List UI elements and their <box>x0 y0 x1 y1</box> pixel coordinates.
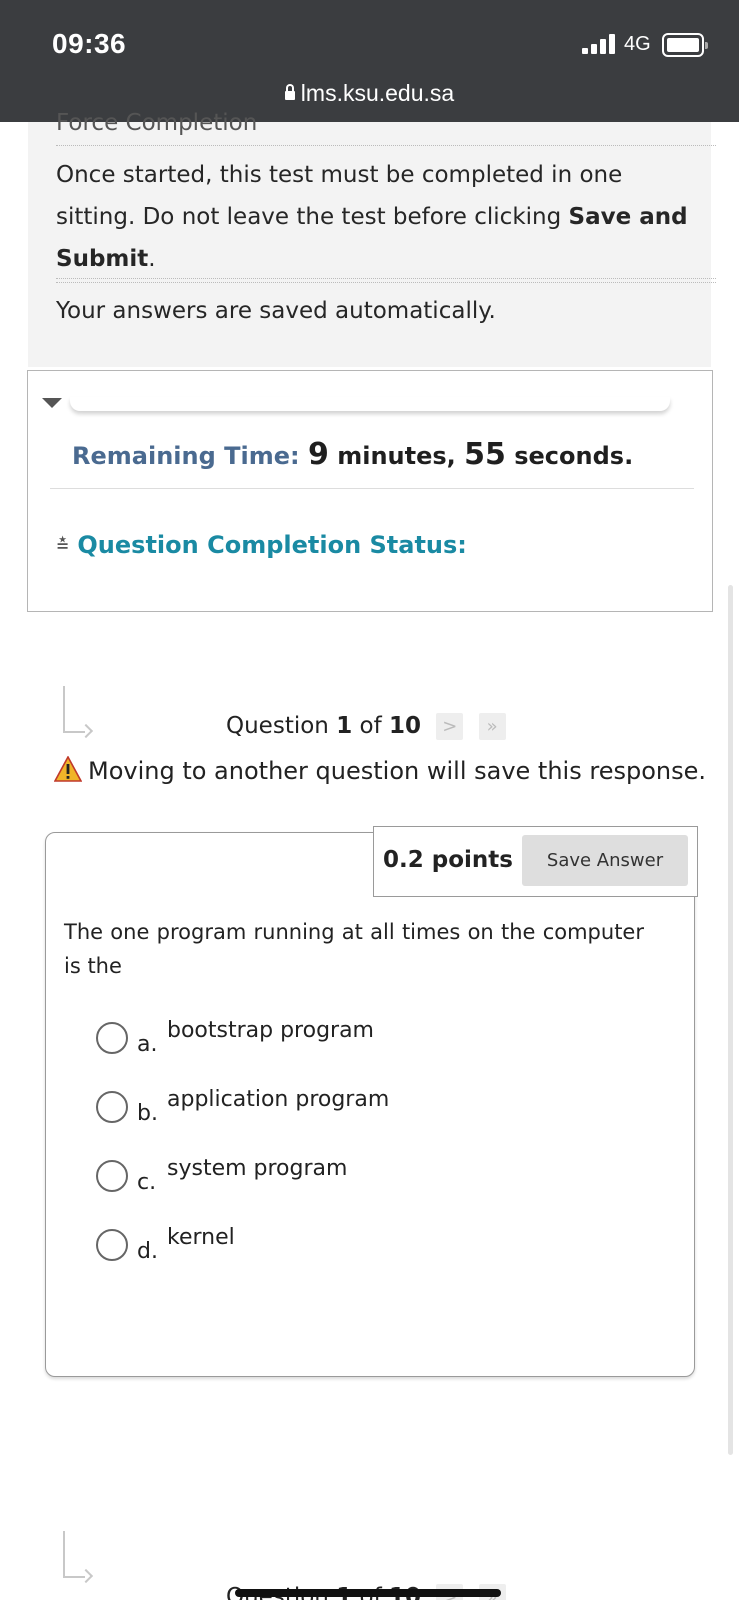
question-text: The one program running at all times on … <box>64 920 644 978</box>
question-completion-status[interactable]: ≛ Question Completion Status: <box>56 531 467 559</box>
divider <box>50 488 694 489</box>
question-nav-total: 10 <box>389 713 422 739</box>
divider <box>56 278 716 279</box>
timer-progress-bar <box>70 397 670 411</box>
option-letter: d. <box>137 1239 158 1264</box>
points-box: 0.2 points Save Answer <box>373 826 698 897</box>
instructions-text: Once started, this test must be complete… <box>56 154 696 280</box>
last-question-button[interactable]: » <box>478 713 506 740</box>
save-answer-button[interactable]: Save Answer <box>522 835 688 886</box>
question-nav-prefix: Question <box>226 713 329 739</box>
nav-arrow-icon <box>63 1531 94 1584</box>
completion-status-label: Question Completion Status: <box>77 531 467 559</box>
instructions-end: . <box>148 246 156 272</box>
network-type: 4G <box>624 33 651 55</box>
next-question-button[interactable]: > <box>436 713 464 740</box>
chevron-down-icon: ≛ <box>56 536 70 555</box>
test-instructions: Force Completion Once started, this test… <box>28 110 716 367</box>
minutes-unit: minutes, <box>337 442 456 470</box>
seconds-unit: seconds. <box>514 442 634 470</box>
radio-button[interactable] <box>96 1229 128 1261</box>
remaining-minutes: 9 <box>307 437 329 472</box>
option-text: kernel <box>167 1225 235 1250</box>
autosave-note: Your answers are saved automatically. <box>56 298 496 324</box>
question-nav-current: 1 <box>336 713 353 739</box>
lock-icon <box>284 84 295 100</box>
remaining-time: Remaining Time: 9 minutes, 55 seconds. <box>72 437 633 472</box>
timer-panel: Remaining Time: 9 minutes, 55 seconds. ≛… <box>27 370 713 612</box>
remaining-time-label: Remaining Time: <box>72 442 300 470</box>
radio-button[interactable] <box>96 1022 128 1054</box>
instructions-body: Once started, this test must be complete… <box>56 162 623 230</box>
question-nav: Question 1 of 10 > » <box>226 713 506 740</box>
option-letter: a. <box>137 1032 158 1057</box>
collapse-triangle-icon[interactable] <box>42 398 62 408</box>
save-warning: Moving to another question will save thi… <box>53 755 706 785</box>
address-bar[interactable]: lms.ksu.edu.sa <box>0 80 739 107</box>
option-text: system program <box>167 1156 348 1181</box>
divider <box>56 282 716 283</box>
battery-icon <box>662 33 708 57</box>
instructions-title: Force Completion <box>56 110 258 136</box>
radio-button[interactable] <box>96 1160 128 1192</box>
status-bar: 09:36 4G lms.ksu.edu.sa <box>0 0 739 122</box>
radio-button[interactable] <box>96 1091 128 1123</box>
option-text: bootstrap program <box>167 1018 374 1043</box>
remaining-seconds: 55 <box>464 437 506 472</box>
question-nav-of: of <box>359 713 382 739</box>
url-text: lms.ksu.edu.sa <box>300 80 455 106</box>
question-card: The one program running at all times on … <box>45 832 695 1377</box>
warning-icon <box>53 755 83 782</box>
home-indicator[interactable] <box>235 1589 501 1597</box>
option-letter: c. <box>137 1170 157 1195</box>
signal-icon <box>582 34 616 54</box>
option-letter: b. <box>137 1101 158 1126</box>
nav-arrow-icon <box>63 686 94 739</box>
warning-text: Moving to another question will save thi… <box>88 757 706 785</box>
scrollbar[interactable] <box>728 585 733 1455</box>
divider <box>56 145 716 146</box>
clock: 09:36 <box>52 28 127 59</box>
question-points: 0.2 points <box>383 847 513 873</box>
option-text: application program <box>167 1087 390 1112</box>
